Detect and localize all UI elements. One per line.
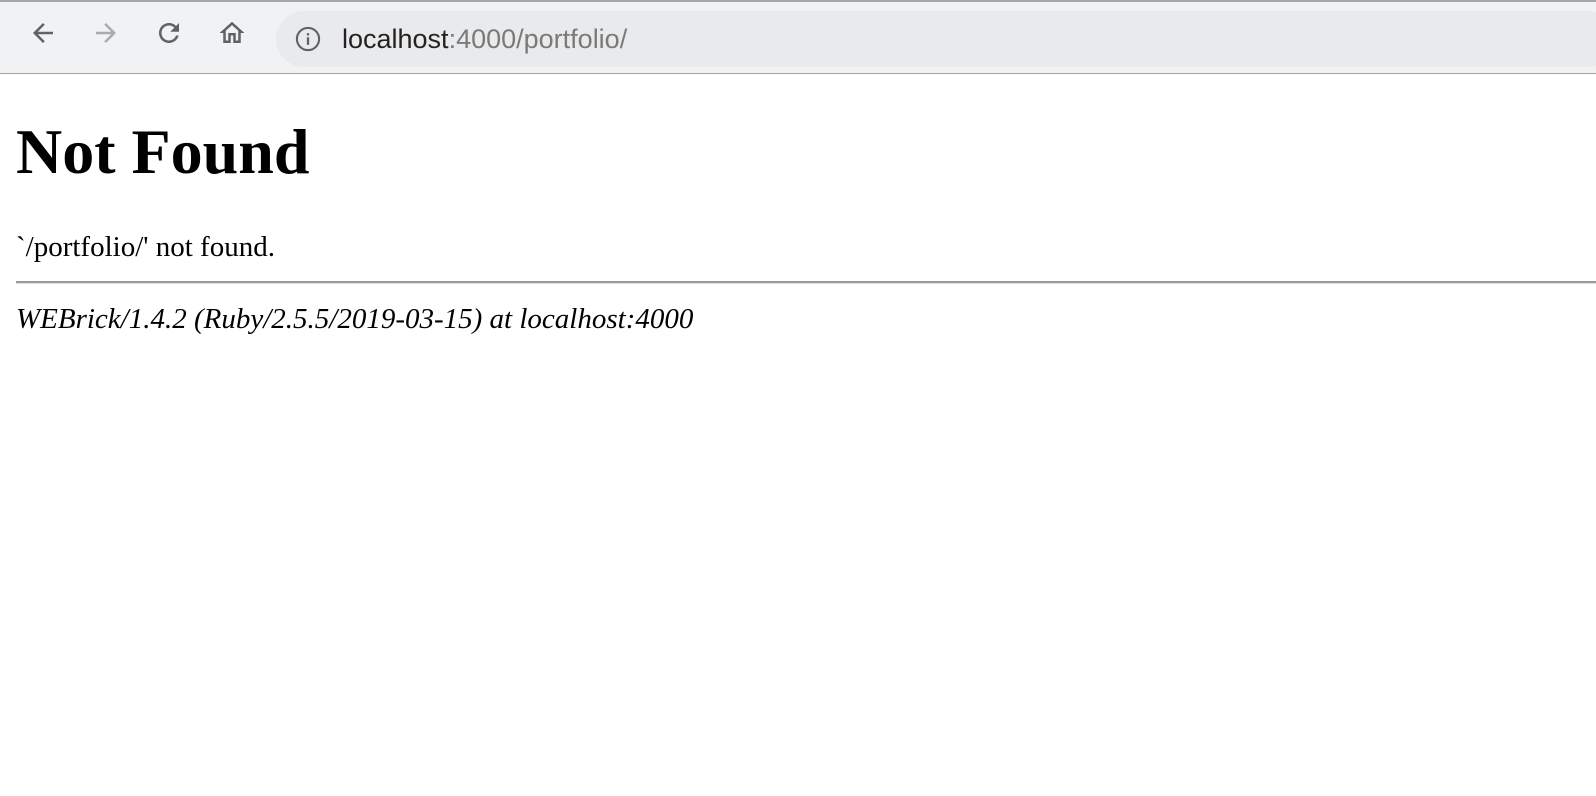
arrow-right-icon <box>96 23 116 43</box>
info-icon[interactable] <box>294 25 322 53</box>
url-path: :4000/portfolio/ <box>448 24 628 54</box>
server-signature: WEBrick/1.4.2 (Ruby/2.5.5/2019-03-15) at… <box>16 303 694 335</box>
url-text[interactable]: localhost:4000/portfolio/ <box>342 23 627 55</box>
home-button[interactable] <box>215 16 249 50</box>
forward-button[interactable] <box>89 16 123 50</box>
divider <box>16 281 1596 284</box>
browser-toolbar: localhost:4000/portfolio/ <box>0 0 1596 74</box>
back-button[interactable] <box>26 16 60 50</box>
reload-icon <box>159 23 179 43</box>
page-title: Not Found <box>16 116 310 187</box>
home-icon <box>219 21 245 43</box>
url-host: localhost <box>342 24 449 54</box>
error-message: `/portfolio/' not found. <box>16 231 275 263</box>
site-info-glyph <box>295 26 321 52</box>
address-bar[interactable]: localhost:4000/portfolio/ <box>276 11 1596 67</box>
reload-button[interactable] <box>152 16 186 50</box>
arrow-left-icon <box>33 23 53 43</box>
